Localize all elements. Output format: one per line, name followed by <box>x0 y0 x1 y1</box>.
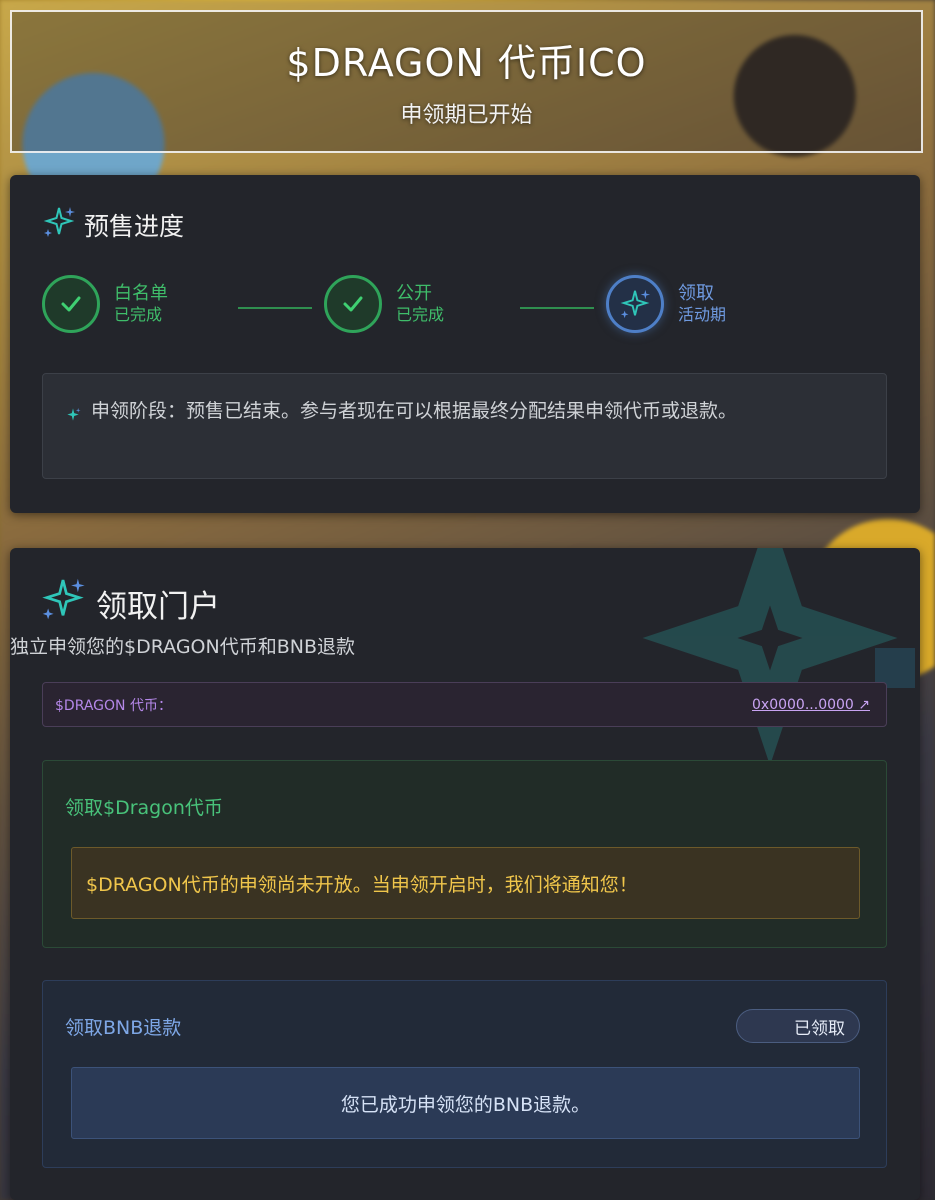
check-icon <box>42 275 100 333</box>
dragon-claim-title: 领取$Dragon代币 <box>65 797 223 819</box>
phase-notice-text: 申领阶段：预售已结束。参与者现在可以根据最终分配结果申领代币或退款。 <box>91 400 738 422</box>
check-icon <box>324 275 382 333</box>
step-connector <box>520 307 594 309</box>
sparkles-icon <box>606 275 664 333</box>
step-claim-name: 领取 <box>678 282 714 304</box>
step-public-name: 公开 <box>396 282 432 304</box>
step-whitelist-name: 白名单 <box>114 282 168 304</box>
step-whitelist: 白名单 已完成 <box>42 275 168 333</box>
token-contract-bar: $DRAGON 代币： 0x0000...0000 ↗ <box>42 682 887 727</box>
step-whitelist-status: 已完成 <box>114 305 163 325</box>
dragon-claim-panel: 领取$Dragon代币 $DRAGON代币的申领尚未开放。当申领开启时，我们将通… <box>42 760 887 948</box>
page-header: $DRAGON 代币ICO 申领期已开始 <box>10 10 923 153</box>
claim-portal-card: 领取门户 独立申领您的$DRAGON代币和BNB退款 $DRAGON 代币： 0… <box>10 548 920 1200</box>
claimed-status-badge: 已领取 <box>736 1009 860 1043</box>
sparkles-icon <box>65 402 81 432</box>
sparkles-icon <box>40 576 86 630</box>
bnb-refund-panel: 领取BNB退款 已领取 您已成功申领您的BNB退款。 <box>42 980 887 1168</box>
portal-title: 领取门户 <box>40 576 220 630</box>
progress-card-title: 预售进度 <box>42 205 184 245</box>
step-claim-status: 活动期 <box>678 305 727 325</box>
step-connector <box>238 307 312 309</box>
presale-progress-card: 预售进度 白名单 已完成 公开 已完成 领取 活动期 申领阶段：预售已结束。参与… <box>10 175 920 513</box>
sparkles-icon <box>42 205 76 245</box>
dragon-claim-alert: $DRAGON代币的申领尚未开放。当申领开启时，我们将通知您！ <box>71 847 860 919</box>
step-claim: 领取 活动期 <box>606 275 726 333</box>
dragon-claim-message: $DRAGON代币的申领尚未开放。当申领开启时，我们将通知您！ <box>86 873 638 896</box>
progress-title-text: 预售进度 <box>84 212 185 241</box>
page-title: $DRAGON 代币ICO <box>286 41 647 85</box>
page-subtitle: 申领期已开始 <box>400 103 533 128</box>
step-public-status: 已完成 <box>396 305 445 325</box>
token-label: $DRAGON 代币： <box>55 697 172 714</box>
bnb-refund-title: 领取BNB退款 <box>65 1017 182 1039</box>
phase-notice: 申领阶段：预售已结束。参与者现在可以根据最终分配结果申领代币或退款。 <box>42 373 887 479</box>
portal-title-text: 领取门户 <box>96 588 220 625</box>
token-address-link[interactable]: 0x0000...0000 ↗ <box>752 697 870 713</box>
portal-subtitle: 独立申领您的$DRAGON代币和BNB退款 <box>10 636 355 658</box>
bnb-refund-alert: 您已成功申领您的BNB退款。 <box>71 1067 860 1139</box>
progress-stepper: 白名单 已完成 公开 已完成 领取 活动期 <box>42 275 902 345</box>
step-public: 公开 已完成 <box>324 275 444 333</box>
bnb-refund-message: 您已成功申领您的BNB退款。 <box>340 1093 591 1116</box>
